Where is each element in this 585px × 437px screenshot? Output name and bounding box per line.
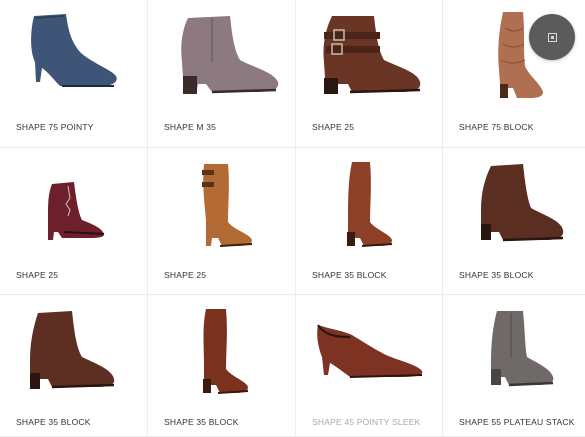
overlay-action-button[interactable] [529,14,575,60]
block-ankle-boot-image [30,311,115,389]
product-name: SHAPE 35 BLOCK [312,270,387,280]
product-name: SHAPE 35 BLOCK [164,417,239,427]
product-card[interactable]: SHAPE 55 PLATEAU STACK [443,295,585,437]
product-name: SHAPE 35 BLOCK [459,270,534,280]
product-card[interactable]: SHAPE 35 BLOCK [296,148,443,295]
product-card[interactable]: SHAPE 25 [0,148,148,295]
stack-ankle-boot-image [491,311,554,387]
product-name: SHAPE 75 POINTY [16,122,94,132]
product-name: SHAPE 55 PLATEAU STACK [459,417,575,427]
product-grid: SHAPE 75 POINTY SHAPE M 35 SHAPE 25 SHAP… [0,0,585,437]
product-card[interactable]: SHAPE 25 [296,0,443,148]
square-icon [547,32,557,42]
tall-riding-boot-image [347,162,393,247]
product-name: SHAPE 25 [164,270,207,280]
product-name: SHAPE 25 [312,122,355,132]
block-ankle-boot-image [481,164,564,242]
product-name: SHAPE 25 [16,270,59,280]
product-card[interactable]: SHAPE 75 POINTY [0,0,148,148]
product-card[interactable]: SHAPE 35 BLOCK [443,148,585,295]
buckle-ankle-boot-image [323,16,421,94]
product-card[interactable]: SHAPE 35 BLOCK [0,295,148,437]
pointy-shootie-image [317,324,423,378]
product-name: SHAPE 45 POINTY SLEEK [312,417,421,427]
tall-buckle-boot-image [202,164,253,247]
product-name: SHAPE 35 BLOCK [16,417,91,427]
product-card[interactable]: SHAPE 35 BLOCK [148,295,296,437]
lace-up-boot-image [48,182,105,240]
ankle-zip-boot-image [181,16,279,94]
tall-riding-boot-image [203,309,249,394]
product-card[interactable]: SHAPE M 35 [148,0,296,148]
product-name: SHAPE M 35 [164,122,217,132]
product-card[interactable]: SHAPE 45 POINTY SLEEK [296,295,443,437]
pointy-bootie-image [31,14,117,87]
product-card[interactable]: SHAPE 25 [148,148,296,295]
product-name: SHAPE 75 BLOCK [459,122,534,132]
